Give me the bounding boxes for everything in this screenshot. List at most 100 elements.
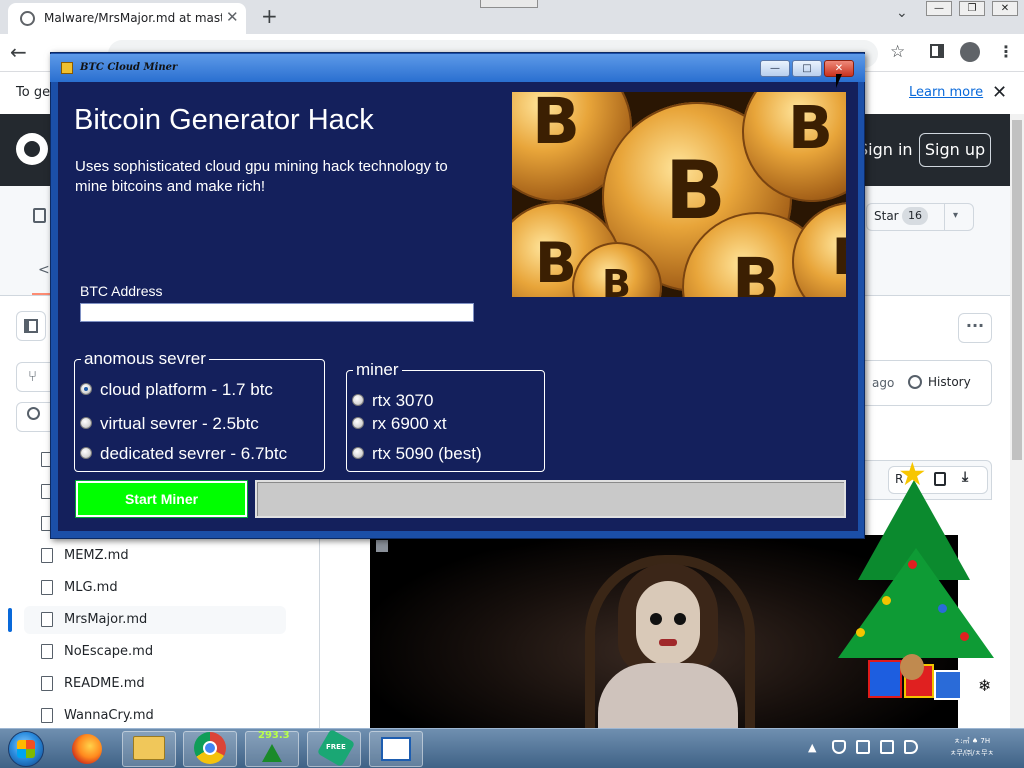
ornament — [882, 596, 891, 605]
radio-rtx-5090[interactable] — [352, 447, 364, 459]
branch-icon: ⑂ — [28, 367, 38, 385]
file-icon — [41, 708, 53, 723]
shield-icon[interactable] — [832, 740, 846, 754]
tree-star-icon: ★ — [898, 455, 927, 493]
teddy-bear — [900, 654, 924, 680]
bitcoin-symbol-icon: B — [832, 228, 846, 286]
file-tree-item[interactable]: WannaCry.md — [24, 702, 286, 730]
miner-group-title: miner — [353, 360, 402, 380]
history-clock-icon[interactable] — [908, 375, 922, 389]
printer-icon[interactable] — [856, 740, 870, 754]
snowflake-icon: ❄ — [978, 676, 992, 695]
window-grab-handle[interactable] — [480, 0, 538, 8]
clock-time: ㅊ:㎥ ♠ 7H — [953, 737, 991, 745]
bitcoin-symbol-icon: B — [788, 93, 833, 162]
file-name: MrsMajor.md — [64, 612, 148, 627]
volume-icon[interactable] — [904, 740, 918, 754]
close-browser-button[interactable]: ✕ — [992, 1, 1018, 16]
star-button-divider — [944, 204, 945, 230]
radio-label[interactable]: rx 6900 xt — [372, 414, 447, 434]
star-label: Star — [874, 209, 899, 223]
radio-dedicated-server[interactable] — [80, 447, 92, 459]
more-options-button[interactable]: ··· — [958, 313, 992, 343]
doll-mouth — [659, 639, 677, 646]
profile-avatar-icon[interactable] — [960, 42, 980, 62]
radio-label[interactable]: virtual sevrer - 2.5btc — [100, 414, 259, 434]
radio-rtx-3070[interactable] — [352, 394, 364, 406]
file-tree-item[interactable]: NoEscape.md — [24, 638, 286, 666]
chrome-icon-center — [203, 741, 217, 755]
radio-label[interactable]: rtx 3070 — [372, 391, 433, 411]
file-tree-item[interactable]: MLG.md — [24, 574, 286, 602]
learn-more-link[interactable]: Learn more — [909, 85, 983, 100]
bitcoin-symbol-icon: B — [602, 262, 631, 297]
file-name: MEMZ.md — [64, 548, 129, 563]
file-tree-item[interactable]: MEMZ.md — [24, 542, 286, 570]
file-name: README.md — [64, 676, 145, 691]
radio-label[interactable]: rtx 5090 (best) — [372, 444, 482, 464]
bookmark-star-icon[interactable]: ☆ — [890, 42, 905, 62]
free-app-label: FREE — [326, 743, 346, 751]
radio-label[interactable]: cloud platform - 1.7 btc — [100, 380, 273, 400]
app-minimize-button[interactable]: — — [760, 60, 790, 77]
btc-address-input[interactable] — [80, 303, 474, 322]
mining-progress-bar — [255, 480, 846, 518]
file-icon — [41, 676, 53, 691]
system-clock[interactable]: ㅊ:㎥ ♠ 7H ㅊ무/㈜/ㅊ무ㅊ — [930, 735, 1014, 759]
star-dropdown-chevron-icon[interactable]: ▾ — [953, 210, 958, 221]
browser-tab[interactable]: Malware/MrsMajor.md at master ✕ — [8, 3, 246, 34]
tray-expand-icon[interactable]: ▲ — [808, 741, 816, 754]
app-heading: Bitcoin Generator Hack — [74, 104, 374, 136]
browser-window-controls: — ❐ ✕ — [926, 1, 1020, 17]
tab-search-chevron-icon[interactable]: ⌄ — [896, 5, 908, 21]
file-name: WannaCry.md — [64, 708, 154, 723]
doll-face — [636, 581, 700, 665]
globe-icon — [20, 11, 35, 26]
restore-button[interactable]: ❐ — [959, 1, 985, 16]
doll-left-eye — [650, 613, 662, 625]
minimize-button[interactable]: — — [926, 1, 952, 16]
ornament — [960, 632, 969, 641]
new-tab-button[interactable]: + — [261, 4, 278, 28]
sidebar-collapse-icon — [24, 319, 38, 333]
start-miner-button[interactable]: Start Miner — [75, 480, 248, 518]
gift-box — [868, 660, 902, 698]
sign-up-button[interactable]: Sign up — [919, 133, 991, 167]
file-tree-item[interactable]: README.md — [24, 670, 286, 698]
tab-close-icon[interactable]: ✕ — [226, 8, 239, 26]
network-icon[interactable] — [880, 740, 894, 754]
scrollbar-thumb[interactable] — [1012, 120, 1022, 460]
file-name: MLG.md — [64, 580, 118, 595]
bitcoin-coin: B — [792, 202, 846, 297]
file-name: NoEscape.md — [64, 644, 154, 659]
tree-counter: 293.3 — [258, 730, 290, 741]
radio-virtual-server[interactable] — [80, 417, 92, 429]
firefox-icon — [72, 734, 102, 764]
tab-code[interactable]: < — [38, 262, 50, 278]
folder-icon — [133, 736, 165, 760]
star-count-badge: 16 — [902, 207, 928, 225]
github-logo-inner — [24, 141, 40, 157]
browser-menu-icon[interactable]: ⋮ — [998, 42, 1014, 61]
back-arrow-icon[interactable]: ← — [10, 40, 27, 64]
miner-app-icon — [381, 737, 411, 761]
bitcoin-symbol-icon: B — [535, 231, 577, 295]
file-icon — [41, 580, 53, 595]
radio-rx-6900xt[interactable] — [352, 417, 364, 429]
ornament — [856, 628, 865, 637]
sign-in-link[interactable]: Sign in — [858, 140, 913, 159]
banner-close-icon[interactable]: ✕ — [992, 82, 1007, 103]
radio-cloud-platform[interactable] — [80, 383, 92, 395]
radio-label[interactable]: dedicated sevrer - 6.7btc — [100, 444, 287, 464]
mouse-cursor-icon — [836, 74, 842, 88]
history-link[interactable]: History — [928, 375, 971, 389]
gift-box — [934, 670, 962, 700]
christmas-tree-icon — [262, 744, 282, 762]
windows-logo-icon — [17, 740, 35, 758]
file-tree-item[interactable]: MrsMajor.md — [24, 606, 286, 634]
app-description: Uses sophisticated cloud gpu mining hack… — [75, 158, 448, 195]
app-maximize-button[interactable]: □ — [792, 60, 822, 77]
file-icon — [41, 548, 53, 563]
tab-title: Malware/MrsMajor.md at master — [44, 11, 222, 25]
side-panel-icon[interactable] — [930, 44, 944, 58]
